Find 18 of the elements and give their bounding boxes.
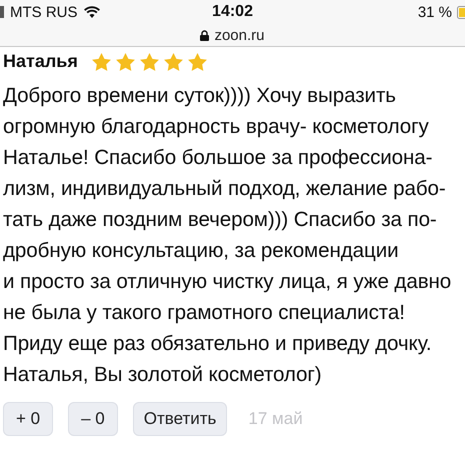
- vote-button[interactable]: – 0: [68, 402, 118, 436]
- star-icon: [92, 52, 111, 70]
- battery-icon: [457, 6, 465, 18]
- star-icon: [188, 52, 207, 70]
- reply-button[interactable]: Ответить: [132, 402, 228, 436]
- wifi-icon: [84, 6, 100, 18]
- author-name: Наталья: [3, 51, 78, 72]
- carrier-name: MTS RUS: [10, 4, 78, 20]
- star-icon: [116, 52, 135, 70]
- star-icon: [140, 52, 159, 70]
- vote-button[interactable]: + 0: [3, 402, 54, 436]
- lock-icon: [200, 30, 210, 40]
- star-icon: [164, 52, 183, 70]
- review-date: 17 май: [248, 409, 303, 429]
- url-text[interactable]: zoon.ru: [214, 26, 265, 44]
- battery-percent: 31 %: [418, 4, 452, 20]
- clock-time: 14:02: [212, 3, 253, 21]
- review-text: Доброго времени суток)))) Хочу выразить огромную благодарность врачу- косметологу Наталье! Спасибо большое за профессиона- лизм, индивидуальный подход, желание рабо- тать даже поздним вечером))) Спасибо за по- дробную консультацию, за рекомендации и просто за отличную чистку лица, я уже давно не была у такого грамотного специалиста! Приду еще раз обязательно и приведу дочку. Наталья, Вы золотой косметолог): [3, 83, 452, 388]
